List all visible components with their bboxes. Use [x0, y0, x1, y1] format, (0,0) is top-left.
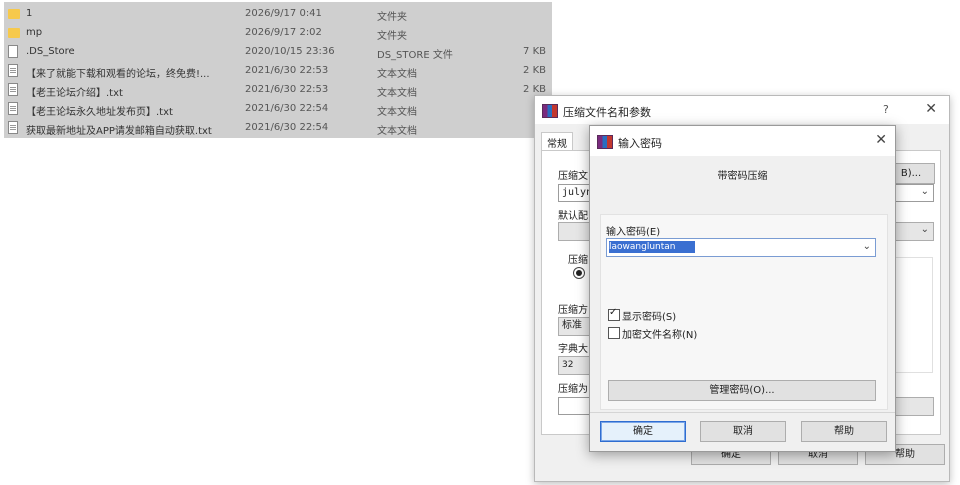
file-name: 【来了就能下载和观看的论坛，终免费!... [26, 69, 210, 80]
password-dialog-title: 输入密码 [618, 137, 662, 150]
password-dialog: 输入密码 ✕ 带密码压缩 输入密码(E) laowangluntan ⌄ 显示密… [589, 125, 896, 452]
password-titlebar[interactable]: 输入密码 ✕ [590, 126, 895, 156]
password-value: laowangluntan [609, 241, 695, 253]
file-name: 【老王论坛介绍】.txt [26, 88, 123, 99]
file-name: 获取最新地址及APP请发邮箱自动获取.txt [26, 126, 212, 137]
dictionary-label: 字典大 [558, 344, 588, 355]
file-row-ds-store[interactable]: .DS_Store 2020/10/15 23:36 DS_STORE 文件 7… [4, 42, 552, 61]
file-type: 文本文档 [377, 126, 417, 137]
text-file-icon [8, 64, 18, 77]
winrar-icon [597, 135, 613, 149]
help-button[interactable]: 帮助 [801, 421, 887, 442]
password-heading: 带密码压缩 [717, 171, 768, 182]
help-icon[interactable]: ? [883, 103, 889, 116]
tab-general[interactable]: 常规 [541, 132, 573, 152]
method-value: 标准 [562, 320, 582, 331]
folder-icon [8, 28, 20, 38]
text-file-icon [8, 121, 18, 134]
close-icon[interactable]: ✕ [875, 132, 887, 148]
file-name: 【老王论坛永久地址发布页】.txt [26, 107, 173, 118]
file-type: 文本文档 [377, 69, 417, 80]
file-size: 2 KB [523, 84, 546, 95]
chevron-down-icon[interactable]: ⌄ [863, 241, 871, 252]
divider [590, 412, 895, 413]
file-row-txt-4[interactable]: 获取最新地址及APP请发邮箱自动获取.txt 2021/6/30 22:54 文… [4, 118, 552, 137]
dictionary-value: 32 [562, 360, 574, 370]
file-date: 2021/6/30 22:53 [245, 84, 329, 95]
encrypt-names-label: 加密文件名称(N) [622, 330, 698, 341]
file-type: 文本文档 [377, 88, 417, 99]
chevron-down-icon: ⌄ [920, 224, 929, 235]
file-type: 文件夹 [377, 31, 407, 42]
file-row-txt-3[interactable]: 【老王论坛永久地址发布页】.txt 2021/6/30 22:54 文本文档 1 [4, 99, 552, 118]
compress-dialog-title: 压缩文件名和参数 [563, 106, 651, 119]
file-date: 2026/9/17 0:41 [245, 8, 322, 19]
split-label: 压缩为 [558, 384, 588, 395]
format-label: 压缩 [568, 255, 588, 266]
text-file-icon [8, 83, 18, 96]
file-row-1[interactable]: 1 2026/9/17 0:41 文件夹 [4, 4, 552, 23]
file-name: mp [26, 27, 43, 38]
archive-name-label: 压缩文 [558, 171, 588, 182]
file-name: 1 [26, 8, 33, 19]
winrar-icon [542, 104, 558, 118]
encrypt-names-checkbox[interactable] [608, 327, 620, 339]
file-type: 文本文档 [377, 107, 417, 118]
archive-name-value: julyn [562, 187, 593, 198]
file-date: 2021/6/30 22:53 [245, 65, 329, 76]
file-date: 2021/6/30 22:54 [245, 122, 329, 133]
file-row-txt-2[interactable]: 【老王论坛介绍】.txt 2021/6/30 22:53 文本文档 2 KB [4, 80, 552, 99]
file-date: 2020/10/15 23:36 [245, 46, 335, 57]
cancel-button[interactable]: 取消 [700, 421, 786, 442]
text-file-icon [8, 102, 18, 115]
method-label: 压缩方 [558, 305, 588, 316]
file-date: 2021/6/30 22:54 [245, 103, 329, 114]
compress-titlebar[interactable]: 压缩文件名和参数 ? ✕ [535, 96, 949, 124]
show-password-label: 显示密码(S) [622, 312, 677, 323]
show-password-checkbox[interactable] [608, 307, 620, 321]
password-input[interactable]: laowangluntan ⌄ [606, 238, 876, 257]
file-type: 文件夹 [377, 12, 407, 23]
folder-icon [8, 9, 20, 19]
file-name: .DS_Store [26, 46, 75, 57]
close-icon[interactable]: ✕ [925, 101, 937, 117]
default-profile-label: 默认配 [558, 211, 588, 222]
document-icon [8, 45, 18, 58]
file-list: 1 2026/9/17 0:41 文件夹 mp 2026/9/17 2:02 文… [4, 2, 552, 138]
password-label: 输入密码(E) [606, 227, 661, 238]
file-date: 2026/9/17 2:02 [245, 27, 322, 38]
manage-passwords-button[interactable]: 管理密码(O)... [608, 380, 876, 401]
chevron-down-icon: ⌄ [920, 186, 929, 197]
file-type: DS_STORE 文件 [377, 50, 453, 61]
file-size: 2 KB [523, 65, 546, 76]
format-radio[interactable] [573, 267, 585, 279]
file-size: 7 KB [523, 46, 546, 57]
ok-button[interactable]: 确定 [600, 421, 686, 442]
file-row-txt-1[interactable]: 【来了就能下载和观看的论坛，终免费!... 2021/6/30 22:53 文本… [4, 61, 552, 80]
file-row-mp[interactable]: mp 2026/9/17 2:02 文件夹 [4, 23, 552, 42]
